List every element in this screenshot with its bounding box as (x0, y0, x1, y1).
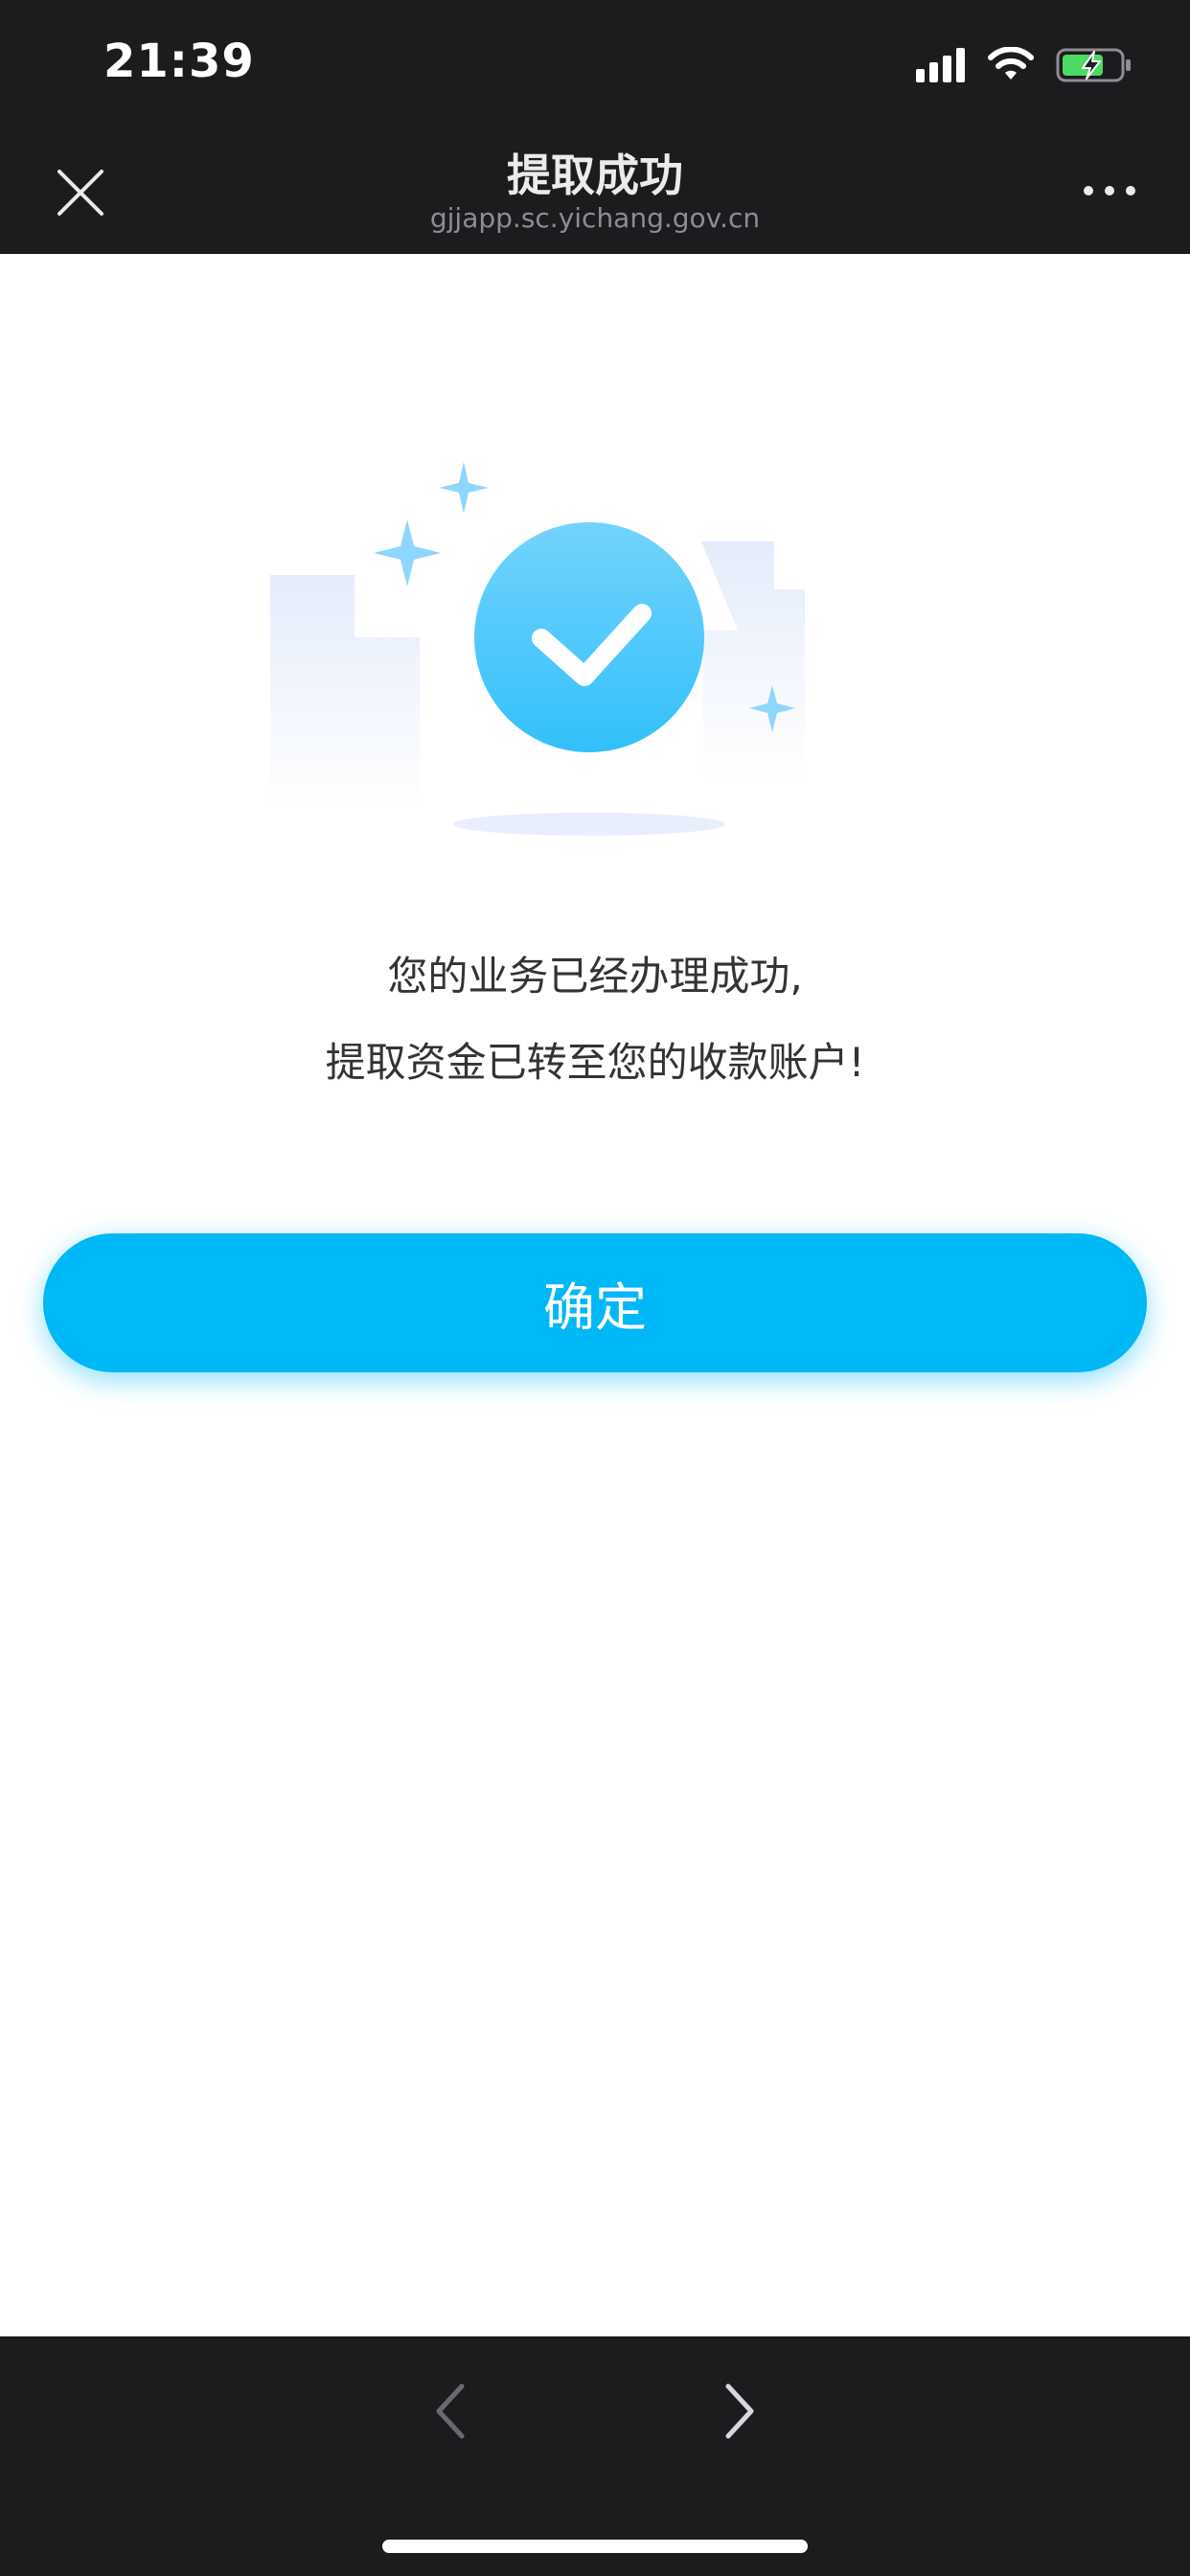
shadow-ellipse (453, 813, 725, 836)
success-message-line1: 您的业务已经办理成功, (387, 953, 803, 1000)
wifi-icon (988, 47, 1034, 80)
success-check-circle (474, 522, 704, 752)
chevron-right-icon[interactable] (719, 2380, 761, 2442)
navigation-bar: 提取成功 gjjapp.sc.yichang.gov.cn (0, 127, 1190, 254)
sparkle-icon (374, 519, 441, 586)
success-message-line2: 提取资金已转至您的收款账户! (325, 1039, 865, 1086)
page-title: 提取成功 (507, 150, 683, 201)
success-illustration (270, 462, 805, 836)
status-icons (916, 44, 1133, 86)
chevron-left-icon[interactable] (429, 2380, 471, 2442)
battery-charging-icon (1056, 48, 1131, 82)
bottom-toolbar (0, 2336, 1190, 2576)
more-icon[interactable] (1081, 181, 1138, 200)
status-time: 21:39 (103, 34, 255, 88)
building-left-shape (270, 575, 420, 810)
page-url: gjjapp.sc.yichang.gov.cn (429, 202, 761, 234)
sparkle-icon (439, 462, 489, 514)
home-indicator[interactable] (382, 2540, 808, 2553)
building-right-shape (701, 541, 805, 781)
status-bar: 21:39 (0, 0, 1190, 127)
confirm-button[interactable]: 确定 (43, 1233, 1147, 1372)
cellular-signal-icon (916, 48, 965, 82)
